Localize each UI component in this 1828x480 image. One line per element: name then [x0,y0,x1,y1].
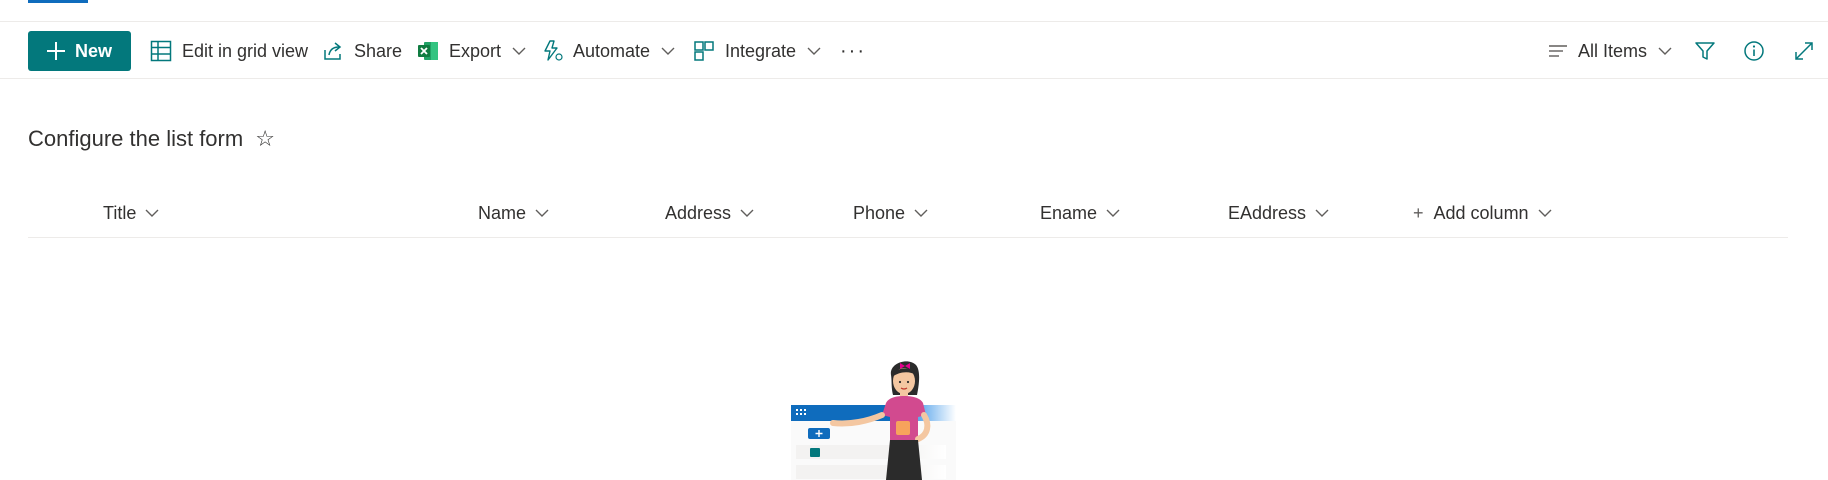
chevron-down-icon [1538,209,1552,217]
info-icon [1744,41,1764,61]
export-button[interactable]: Export [417,31,527,71]
automate-button[interactable]: Automate [541,31,676,71]
column-header-label: Ename [1040,202,1098,223]
chevron-down-icon [914,209,928,217]
chevron-down-icon [145,209,159,217]
column-header-label: Name [478,202,527,223]
chevron-down-icon [661,47,675,55]
chevron-down-icon [1106,209,1120,217]
chevron-down-icon [807,47,821,55]
integrate-button[interactable]: Integrate [693,31,822,71]
edit-in-grid-view-label: Edit in grid view [182,40,309,61]
list-title-area: Configure the list form ☆ [28,126,275,152]
integrate-icon [694,41,714,61]
sharepoint-list-page: New Edit in grid view Share Export Autom… [0,0,1828,480]
add-column-label: Add column [1433,202,1529,223]
favorite-star-icon[interactable]: ☆ [255,128,275,150]
chevron-down-icon [1315,209,1329,217]
edit-in-grid-view-button[interactable]: Edit in grid view [150,31,308,71]
column-header-eaddress[interactable]: EAddress [1228,200,1330,226]
view-selector-label: All Items [1578,40,1648,61]
plus-icon [46,42,65,60]
column-header-ename[interactable]: Ename [1040,200,1121,226]
column-header-name[interactable]: Name [478,200,550,226]
filter-button[interactable] [1694,31,1716,71]
column-header-label: EAddress [1228,202,1307,223]
chevron-down-icon [512,47,526,55]
expand-button[interactable] [1793,31,1815,71]
excel-icon [418,42,438,60]
more-options-button[interactable]: ··· [840,31,866,71]
view-list-icon [1549,45,1567,57]
share-button[interactable]: Share [322,31,402,71]
top-navigation-strip [0,0,1828,22]
plus-icon: + [1413,202,1424,223]
share-icon [324,42,342,60]
more-options-icon: ··· [840,39,866,62]
command-bar: New Edit in grid view Share Export Autom… [0,22,1828,79]
filter-icon [1695,42,1715,60]
chevron-down-icon [740,209,754,217]
new-button[interactable]: New [28,31,131,71]
chevron-down-icon [1658,47,1672,55]
grid-icon [150,40,172,62]
share-label: Share [354,40,403,61]
expand-icon [1795,42,1813,60]
column-header-label: Title [103,202,137,223]
empty-list-illustration [788,355,1018,480]
chevron-down-icon [535,209,549,217]
column-header-address[interactable]: Address [665,200,755,226]
active-tab-indicator [28,0,88,3]
export-label: Export [449,40,502,61]
new-button-label: New [74,40,112,61]
column-header-title[interactable]: Title [103,200,160,226]
column-header-label: Phone [853,202,906,223]
column-header-row: Title Name Address Phone Ename EAddress … [28,188,1788,238]
automate-icon [544,40,563,61]
automate-label: Automate [573,40,651,61]
column-header-label: Address [665,202,732,223]
integrate-label: Integrate [725,40,797,61]
column-header-phone[interactable]: Phone [853,200,929,226]
woman-with-list-illustration [791,361,956,480]
info-button[interactable] [1743,31,1765,71]
page-title: Configure the list form [28,126,244,151]
add-column-button[interactable]: + Add column [1413,200,1553,226]
view-selector[interactable]: All Items [1548,31,1673,71]
